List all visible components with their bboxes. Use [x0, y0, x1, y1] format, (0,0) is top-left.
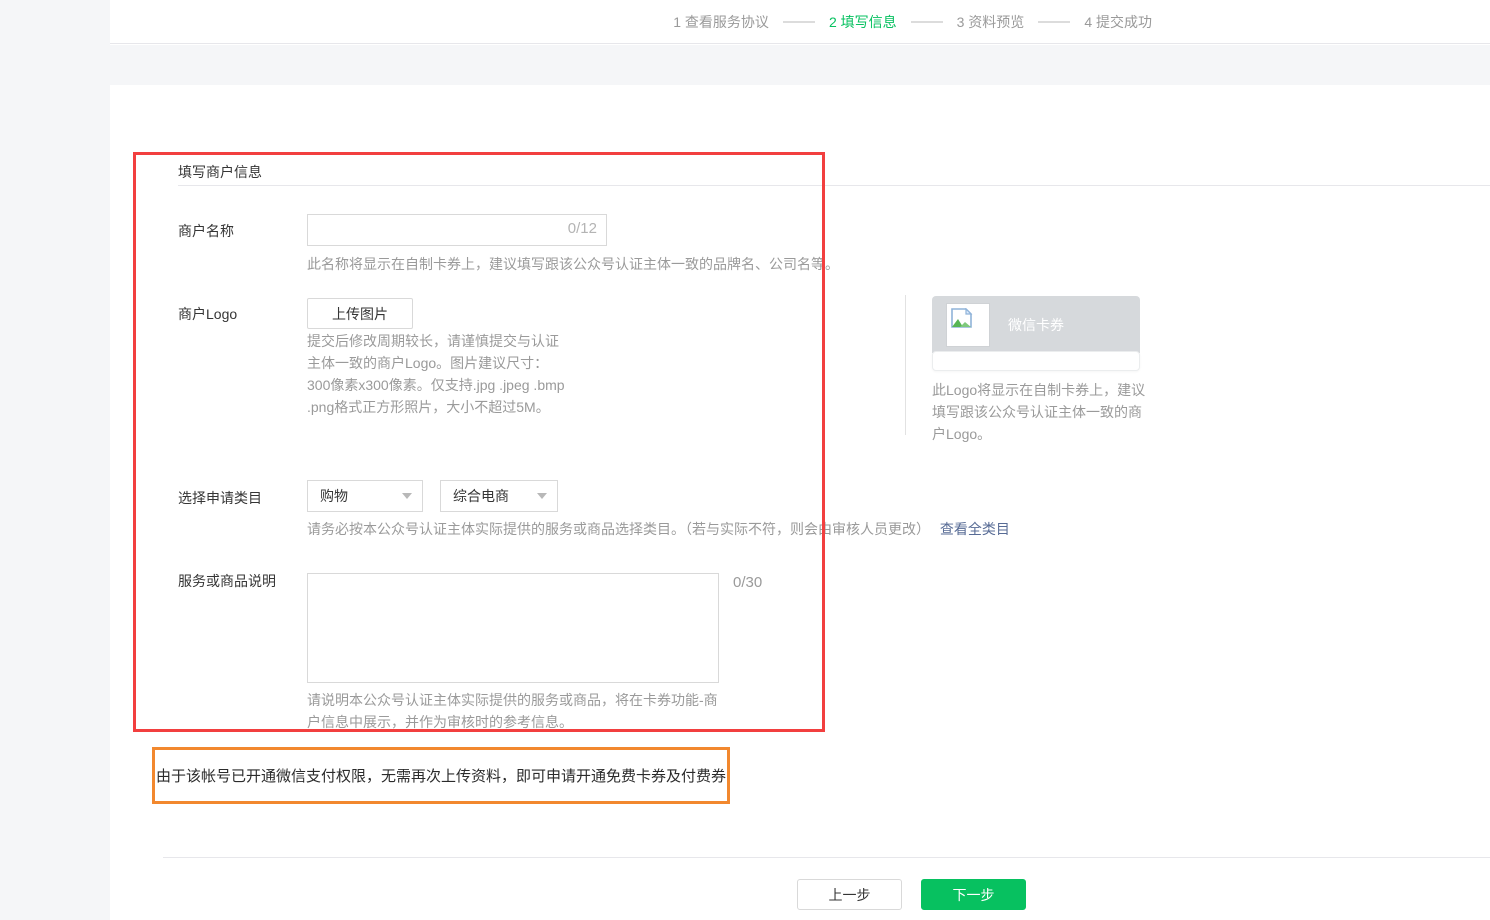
merchant-name-counter: 0/12: [568, 220, 597, 237]
description-help: 请说明本公众号认证主体实际提供的服务或商品，将在卡券功能-商户信息中展示，并作为…: [307, 689, 731, 733]
wechat-pay-notice-text: 由于该帐号已开通微信支付权限，无需再次上传资料，即可申请开通免费卡券及付费券: [156, 765, 726, 786]
step-success: 4 提交成功: [1084, 12, 1152, 32]
merchant-name-label: 商户名称: [178, 221, 234, 241]
description-label: 服务或商品说明: [178, 571, 276, 591]
step-view-agreement: 1 查看服务协议: [673, 12, 769, 32]
logo-placeholder: [946, 303, 990, 347]
wechat-pay-notice: 由于该帐号已开通微信支付权限，无需再次上传资料，即可申请开通免费卡券及付费券: [152, 747, 730, 804]
view-all-categories-link[interactable]: 查看全类目: [940, 521, 1010, 537]
footer-divider: [163, 857, 1490, 858]
category-secondary-value: 综合电商: [453, 486, 509, 506]
merchant-name-help: 此名称将显示在自制卡券上，建议填写跟该公众号认证主体一致的品牌名、公司名等。: [307, 253, 839, 275]
step-separator: [911, 21, 943, 23]
step-fill-info: 2 填写信息: [829, 12, 897, 32]
category-primary-select[interactable]: 购物: [307, 480, 423, 512]
preview-divider: [905, 295, 906, 435]
chevron-down-icon: [537, 493, 547, 499]
step-separator: [783, 21, 815, 23]
category-help: 请务必按本公众号认证主体实际提供的服务或商品选择类目。（若与实际不符，则会由审核…: [307, 521, 930, 537]
section-title: 填写商户信息: [178, 162, 262, 182]
step-separator: [1038, 21, 1070, 23]
description-textarea[interactable]: [307, 573, 719, 683]
logo-preview-help: 此Logo将显示在自制卡券上，建议填写跟该公众号认证主体一致的商户Logo。: [932, 379, 1147, 445]
left-sidebar-rail: [0, 0, 110, 920]
merchant-logo-label: 商户Logo: [178, 304, 237, 324]
upload-image-button[interactable]: 上传图片: [307, 298, 413, 329]
merchant-name-field: 0/12: [307, 214, 607, 246]
chevron-down-icon: [402, 493, 412, 499]
merchant-info-page: 1 查看服务协议 2 填写信息 3 资料预览 4 提交成功 填写商户信息 商户名…: [0, 0, 1490, 920]
next-step-button[interactable]: 下一步: [921, 879, 1026, 910]
coupon-card-title: 微信卡券: [1008, 315, 1064, 335]
merchant-logo-help: 提交后修改周期较长，请谨慎提交与认证主体一致的商户Logo。图片建议尺寸：300…: [307, 330, 565, 418]
broken-image-icon: [951, 308, 973, 328]
previous-step-button[interactable]: 上一步: [797, 879, 902, 910]
merchant-name-input[interactable]: [307, 214, 607, 246]
progress-stepper: 1 查看服务协议 2 填写信息 3 资料预览 4 提交成功: [673, 12, 1152, 32]
category-help-row: 请务必按本公众号认证主体实际提供的服务或商品选择类目。（若与实际不符，则会由审核…: [307, 518, 1010, 540]
description-counter: 0/30: [733, 574, 762, 591]
section-divider: [178, 185, 1490, 186]
coupon-card-header: 微信卡券: [932, 296, 1140, 353]
coupon-card-tail: [932, 351, 1140, 371]
category-secondary-select[interactable]: 综合电商: [440, 480, 558, 512]
top-bar: 1 查看服务协议 2 填写信息 3 资料预览 4 提交成功: [110, 0, 1490, 44]
coupon-preview-card: 微信卡券 此Logo将显示在自制卡券上，建议填写跟该公众号认证主体一致的商户Lo…: [932, 296, 1140, 445]
category-label: 选择申请类目: [178, 488, 262, 508]
step-preview: 3 资料预览: [957, 12, 1025, 32]
background-band: [110, 45, 1490, 85]
category-primary-value: 购物: [320, 486, 348, 506]
